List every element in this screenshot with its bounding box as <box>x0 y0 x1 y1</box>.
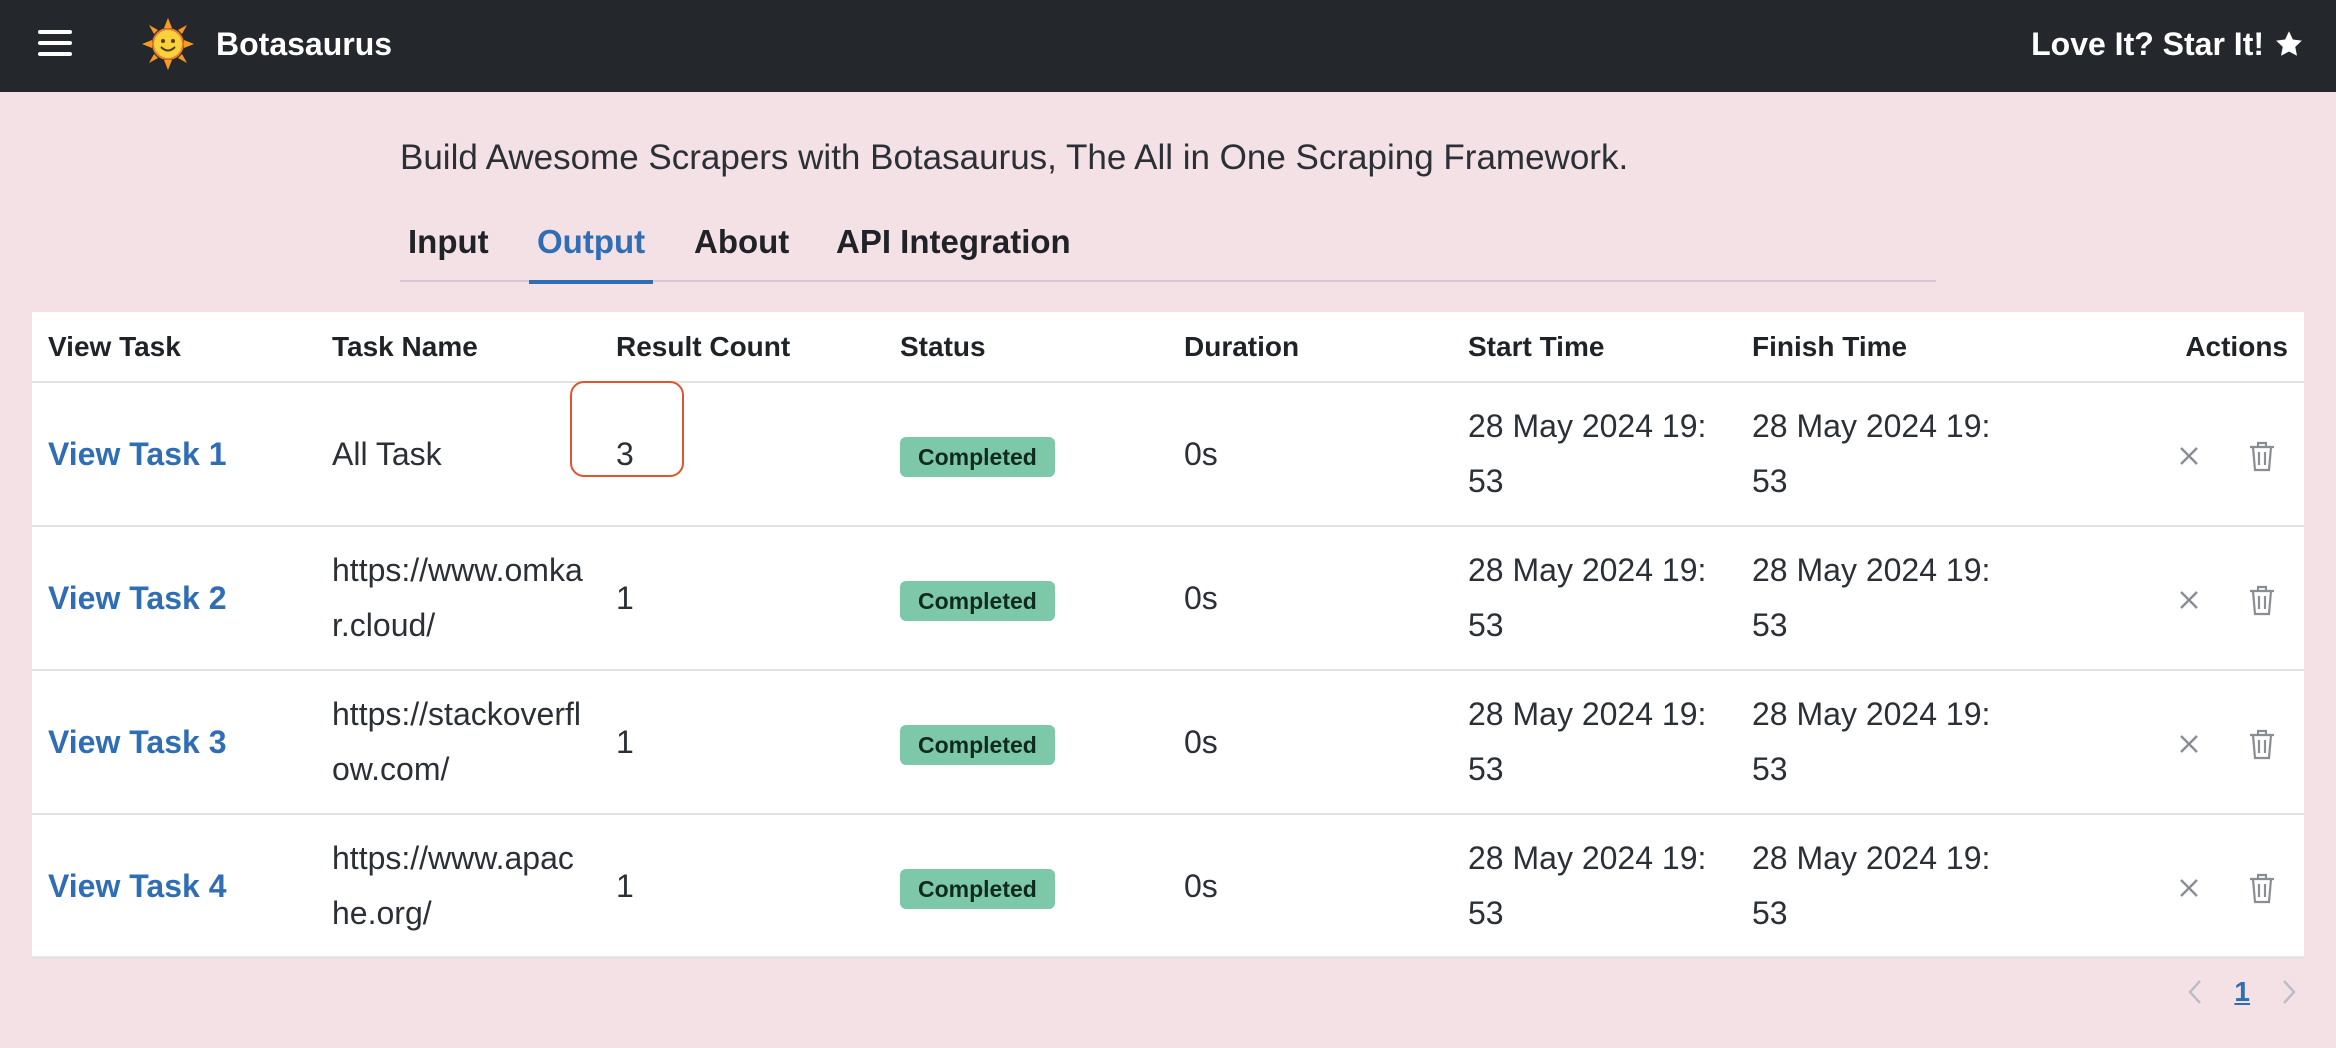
sun-logo-icon[interactable] <box>142 18 194 70</box>
start-time-cell: 28 May 2024 19:53 <box>1452 382 1736 527</box>
status-badge: Completed <box>900 724 1055 765</box>
task-name-cell: https://www.apache.org/ <box>316 814 600 959</box>
duration-cell: 0s <box>1168 670 1452 815</box>
top-navbar: Botasaurus Love It? Star It! <box>0 0 2336 92</box>
view-task-link[interactable]: View Task 1 <box>48 436 226 472</box>
view-task-link[interactable]: View Task 2 <box>48 580 226 616</box>
duration-cell: 0s <box>1168 526 1452 671</box>
column-header-task-name: Task Name <box>316 312 600 383</box>
column-header-result-count: Result Count <box>600 312 884 383</box>
star-icon <box>2276 31 2302 56</box>
abort-task-button[interactable] <box>2169 436 2209 476</box>
trash-icon <box>2250 873 2274 904</box>
status-badge: Completed <box>900 436 1055 477</box>
delete-task-button[interactable] <box>2242 436 2282 476</box>
column-header-start-time: Start Time <box>1452 312 1736 383</box>
finish-time-cell: 28 May 2024 19:53 <box>1736 382 2020 527</box>
tab-api-integration[interactable]: API Integration <box>836 222 1071 282</box>
finish-time-cell: 28 May 2024 19:53 <box>1736 526 2020 671</box>
table-row: View Task 4 https://www.apache.org/ 1 Co… <box>32 814 2304 959</box>
abort-task-button[interactable] <box>2169 580 2209 620</box>
result-count: 3 <box>570 380 684 482</box>
delete-task-button[interactable] <box>2242 868 2282 908</box>
start-time-cell: 28 May 2024 19:53 <box>1452 526 1736 671</box>
start-time-cell: 28 May 2024 19:53 <box>1452 814 1736 959</box>
result-count: 1 <box>616 579 634 616</box>
close-icon <box>2180 591 2198 609</box>
task-name-cell: All Task <box>316 382 600 527</box>
table-row: View Task 3 https://stackoverflow.com/ 1… <box>32 670 2304 815</box>
result-count: 1 <box>616 867 634 904</box>
close-icon <box>2180 447 2198 465</box>
finish-time-cell: 28 May 2024 19:53 <box>1736 814 2020 959</box>
task-name-cell: https://www.omkar.cloud/ <box>316 526 600 671</box>
tab-about[interactable]: About <box>694 222 789 282</box>
duration-cell: 0s <box>1168 382 1452 527</box>
tab-output[interactable]: Output <box>528 222 654 284</box>
view-task-link[interactable]: View Task 3 <box>48 724 226 760</box>
brand-name[interactable]: Botasaurus <box>216 24 392 64</box>
star-github-link[interactable]: Love It? Star It! <box>2031 24 2304 64</box>
table-header-row: View Task Task Name Result Count Status … <box>32 312 2304 383</box>
delete-task-button[interactable] <box>2242 724 2282 764</box>
delete-task-button[interactable] <box>2242 580 2282 620</box>
star-cta-label: Love It? Star It! <box>2031 26 2264 62</box>
status-badge: Completed <box>900 580 1055 621</box>
task-name-cell: https://stackoverflow.com/ <box>316 670 600 815</box>
tasks-table: View Task Task Name Result Count Status … <box>32 312 2304 959</box>
column-header-view-task: View Task <box>32 312 316 383</box>
close-icon <box>2180 879 2198 897</box>
column-header-finish-time: Finish Time <box>1736 312 2020 383</box>
close-icon <box>2180 735 2198 753</box>
view-task-link[interactable]: View Task 4 <box>48 868 226 904</box>
status-badge: Completed <box>900 868 1055 909</box>
column-header-status: Status <box>884 312 1168 383</box>
start-time-cell: 28 May 2024 19:53 <box>1452 670 1736 815</box>
trash-icon <box>2250 729 2274 760</box>
trash-icon <box>2250 585 2274 616</box>
chevron-left-icon[interactable] <box>2182 977 2208 1007</box>
chevron-right-icon[interactable] <box>2276 977 2302 1007</box>
page-number[interactable]: 1 <box>2234 976 2250 1008</box>
tab-input[interactable]: Input <box>408 222 489 282</box>
finish-time-cell: 28 May 2024 19:53 <box>1736 670 2020 815</box>
tab-bar: Input Output About API Integration <box>400 210 1936 284</box>
table-row: View Task 1 All Task 3 Completed 0s 28 M… <box>32 380 2304 527</box>
abort-task-button[interactable] <box>2169 868 2209 908</box>
column-header-actions: Actions <box>2020 312 2304 383</box>
column-header-duration: Duration <box>1168 312 1452 383</box>
result-count: 1 <box>616 723 634 760</box>
page-tagline: Build Awesome Scrapers with Botasaurus, … <box>400 138 1629 177</box>
trash-icon <box>2250 441 2274 472</box>
duration-cell: 0s <box>1168 814 1452 959</box>
abort-task-button[interactable] <box>2169 724 2209 764</box>
hamburger-menu-icon[interactable] <box>38 30 72 56</box>
table-row: View Task 2 https://www.omkar.cloud/ 1 C… <box>32 526 2304 671</box>
pagination: 1 <box>2182 972 2302 1012</box>
